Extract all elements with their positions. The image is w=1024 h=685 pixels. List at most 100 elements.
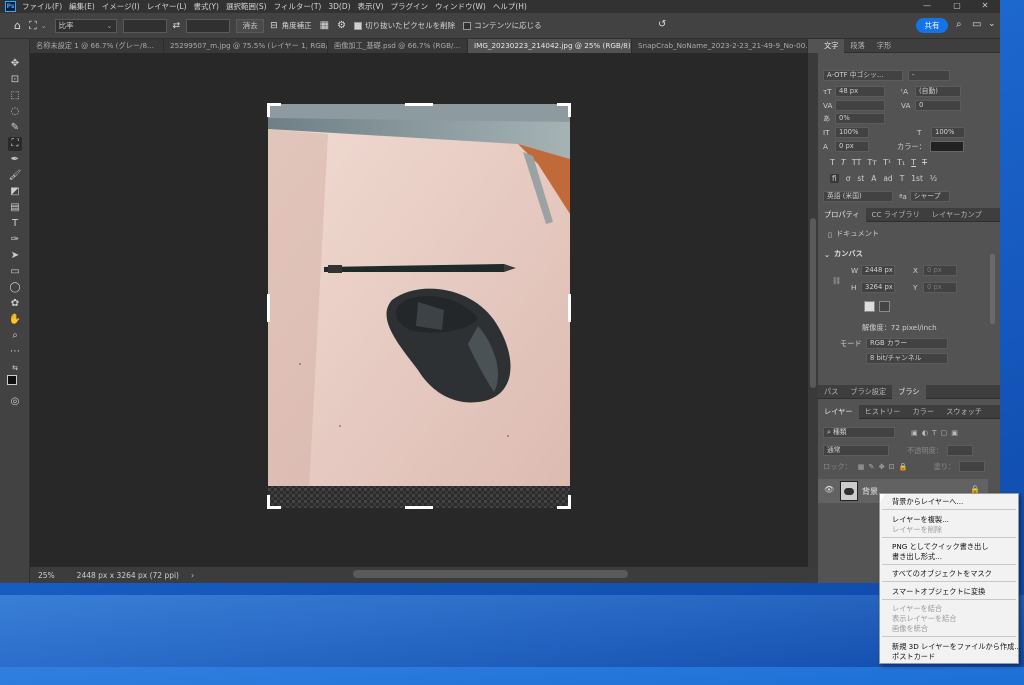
artboard-tool-icon[interactable]: ⊡ [8,73,22,87]
menu-item-layer-from-background[interactable]: 背景からレイヤーへ... [892,497,963,507]
canvas-height-field[interactable]: 3264 px [861,282,895,293]
crop-handle-top-right[interactable] [568,103,571,117]
menu-item-convert-smart-object[interactable]: スマートオブジェクトに変換 [892,587,985,597]
menu-window[interactable]: ウィンドウ(W) [435,1,486,12]
portrait-orientation-icon[interactable] [864,301,875,312]
font-style-select[interactable]: - [908,70,950,81]
gradient-tool-icon[interactable]: ▤ [8,201,22,215]
crop-handle-bottom-right[interactable] [568,495,571,509]
glyph-small-caps[interactable]: Tт [867,158,877,167]
path-select-tool-icon[interactable]: ➤ [8,249,22,263]
marquee-tool-icon[interactable]: ⬚ [8,89,22,103]
leading-field[interactable]: (自動) [915,86,961,97]
vertical-scrollbar[interactable] [808,53,818,567]
blend-mode-select[interactable]: 通常 [823,445,889,456]
type-tool-icon[interactable]: T [8,217,22,231]
glyph-fraction[interactable]: ½ [930,174,937,183]
chevron-down-icon[interactable]: ⌄ [988,19,996,29]
ratio-height-input[interactable] [186,18,231,33]
clear-button[interactable]: 消去 [236,18,265,33]
crop-handle-right[interactable] [568,294,571,322]
language-select[interactable]: 英語 (米国) [823,191,893,202]
scroll-thumb[interactable] [810,218,816,388]
menu-file[interactable]: ファイル(F) [22,1,62,12]
eye-icon[interactable]: 👁 [824,485,834,494]
horizontal-scrollbar-thumb[interactable] [353,570,628,578]
glyph-ligature[interactable]: fi [830,174,839,183]
tab-layer-comps[interactable]: レイヤーカンプ [926,208,988,222]
layer-filter-select[interactable]: ⌕ 種類 [823,427,895,438]
tsume-field[interactable]: 0% [835,113,885,124]
color-mode-select[interactable]: RGB カラー [866,338,948,349]
horizontal-scale-field[interactable]: 100% [931,127,965,138]
minimize-icon[interactable]: — [914,0,940,13]
swap-colors-icon[interactable]: ⇆ [8,361,22,375]
share-button[interactable]: 共有 [916,18,948,33]
menu-item-duplicate-layer[interactable]: レイヤーを複製... [892,515,949,525]
hand-tool-icon[interactable]: ✋ [8,313,22,327]
baseline-field[interactable]: 0 px [835,141,869,152]
menu-item-mask-all-objects[interactable]: すべてのオブジェクトをマスク [892,569,992,579]
tab-document-4[interactable]: IMG_20230223_214042.jpg @ 25% (RGB/8) *× [468,39,632,53]
glyph-subscript[interactable]: T₁ [897,158,905,167]
glyph-strikethrough[interactable]: T [922,158,927,167]
brush-tool-icon[interactable]: 🖌 [8,169,22,183]
tab-paragraph[interactable]: 段落 [844,39,870,53]
glyph-titling[interactable]: T [900,174,905,183]
foreground-color-swatch[interactable] [7,375,17,385]
tab-character[interactable]: 文字 [818,38,845,53]
antialias-select[interactable]: シャープ [909,191,950,202]
tab-document-3[interactable]: 画像加工_基礎.psd @ 66.7% (RGB/... [328,39,468,53]
move-tool-icon[interactable]: ✥ [8,57,22,71]
canvas-width-field[interactable]: 2448 px [861,265,895,276]
fill-field[interactable] [959,461,986,472]
search-icon[interactable]: ⌕ [956,19,962,30]
lasso-tool-icon[interactable]: ◌ [8,105,22,119]
tab-color[interactable]: カラー [907,405,941,419]
ellipse-tool-icon[interactable]: ◯ [8,281,22,295]
reset-icon[interactable]: ↺ [658,19,666,30]
menu-filter[interactable]: フィルター(T) [274,1,322,12]
menu-type[interactable]: 書式(Y) [194,1,219,12]
menu-item-export-as[interactable]: 書き出し形式... [892,552,942,562]
menu-plugins[interactable]: プラグイン [391,1,429,12]
tab-document-5[interactable]: SnapCrab_NoName_2023-2-23_21-49-9_No-00.… [632,39,808,53]
grid-overlay-icon[interactable]: ▦ [320,20,329,31]
layer-name[interactable]: 背景 [862,486,878,497]
font-size-field[interactable]: 48 px [835,86,885,97]
chevron-down-icon[interactable]: ⌄ [824,250,830,259]
zoom-level[interactable]: 25% [38,571,55,580]
vertical-scale-field[interactable]: 100% [835,127,869,138]
chevron-down-icon[interactable]: ⌄ [41,22,47,30]
crop-tool-preset-icon[interactable]: ⛶ [29,19,37,33]
status-arrow-icon[interactable]: › [191,571,194,580]
crop-handle-left[interactable] [267,294,270,322]
quick-select-tool-icon[interactable]: ✎ [8,121,22,135]
rectangle-tool-icon[interactable]: ▭ [8,265,22,279]
workspace-icon[interactable]: ▭ [972,19,981,30]
menu-view[interactable]: 表示(V) [358,1,384,12]
tab-brushes[interactable]: ブラシ [892,384,926,399]
eraser-tool-icon[interactable]: ◩ [8,185,22,199]
glyph-all-caps[interactable]: TT [852,158,862,167]
tab-history[interactable]: ヒストリー [859,405,907,419]
properties-scrollbar[interactable] [990,254,995,324]
menu-select[interactable]: 選択範囲(S) [226,1,267,12]
pen-tool-icon[interactable]: ✑ [8,233,22,247]
text-color-swatch[interactable] [929,141,964,152]
straighten-icon[interactable]: ⊟ [270,21,278,31]
opacity-field[interactable] [946,445,973,456]
lock-icons[interactable]: ▦✎✥⊡🔒 [858,462,912,471]
glyph-superscript[interactable]: T¹ [883,158,891,167]
tab-cc-libraries[interactable]: CC ライブラリ [866,208,926,222]
more-tools-icon[interactable]: ⋯ [8,345,22,359]
straighten-label[interactable]: 角度補正 [282,20,312,31]
menu-3d[interactable]: 3D(D) [328,2,350,11]
glyph-faux-bold[interactable]: T [830,158,835,167]
maximize-icon[interactable]: ▢ [944,0,970,13]
menu-layer[interactable]: レイヤー(L) [147,1,187,12]
crop-handle-bottom[interactable] [405,506,433,509]
glyph-stylistic[interactable]: ad [883,174,892,183]
menu-edit[interactable]: 編集(E) [69,1,95,12]
glyph-discretionary[interactable]: st [857,174,864,183]
